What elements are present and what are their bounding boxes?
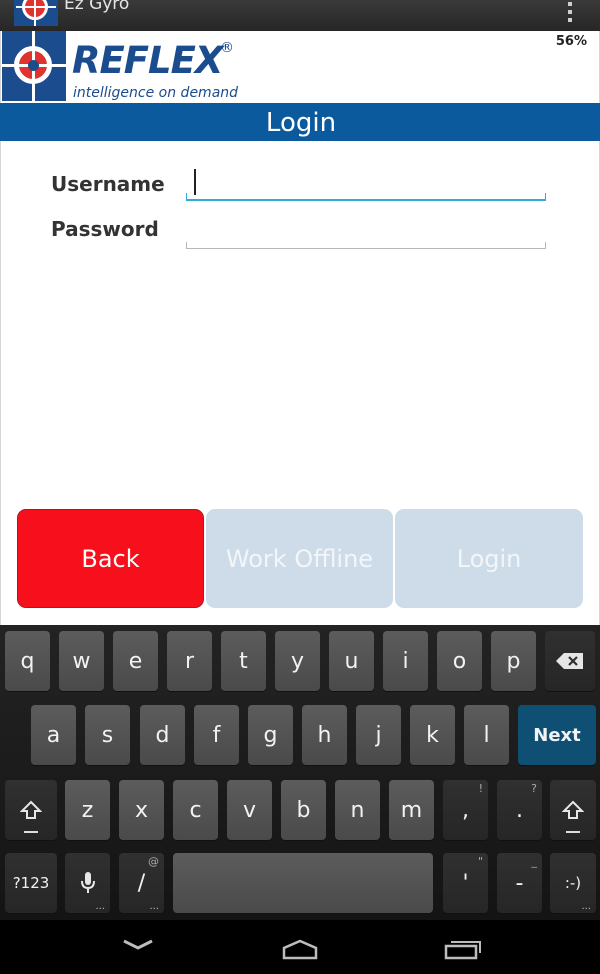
comma-label: , xyxy=(462,797,469,823)
mic-key[interactable]: ... xyxy=(65,853,110,913)
slash-hint: @ xyxy=(148,855,159,868)
slash-label: / xyxy=(137,870,146,896)
comma-hint: ! xyxy=(478,782,483,795)
login-form: Username Password Back Work Offline Logi… xyxy=(0,141,600,625)
period-hint: ? xyxy=(531,782,537,795)
recents-nav-icon[interactable] xyxy=(444,938,482,960)
key-g[interactable]: g xyxy=(248,705,293,765)
backspace-key[interactable] xyxy=(545,631,595,691)
key-l[interactable]: l xyxy=(464,705,509,765)
key-c[interactable]: c xyxy=(173,780,218,840)
mic-icon xyxy=(80,872,95,893)
system-nav-bar xyxy=(0,920,600,974)
shift-icon xyxy=(562,800,584,819)
key-e[interactable]: e xyxy=(113,631,158,691)
key-j[interactable]: j xyxy=(356,705,401,765)
key-q[interactable]: q xyxy=(5,631,50,691)
shift-key-left[interactable] xyxy=(5,780,57,840)
key-o[interactable]: o xyxy=(437,631,482,691)
dash-hint: _ xyxy=(531,855,538,868)
overflow-menu-icon[interactable] xyxy=(567,2,573,22)
key-v[interactable]: v xyxy=(227,780,272,840)
battery-level: 56% xyxy=(555,34,587,49)
key-x[interactable]: x xyxy=(119,780,164,840)
login-button[interactable]: Login xyxy=(395,509,583,608)
brand-header: REFLEX ® intelligence on demand 56% xyxy=(0,31,600,103)
apostrophe-hint: " xyxy=(477,855,483,868)
reflex-logo-icon xyxy=(2,31,66,101)
next-key[interactable]: Next xyxy=(518,705,596,765)
action-bar: Ez Gyro xyxy=(0,0,600,31)
key-y[interactable]: y xyxy=(275,631,320,691)
key-k[interactable]: k xyxy=(410,705,455,765)
soft-keyboard: q w e r t y u i o p a s d f g h j k l Ne… xyxy=(0,625,600,920)
key-a[interactable]: a xyxy=(31,705,76,765)
password-label: Password xyxy=(51,217,159,241)
smiley-label: :-) xyxy=(564,874,582,892)
key-period[interactable]: . ? xyxy=(497,780,542,840)
shift-key-right[interactable] xyxy=(550,780,596,840)
brand-tagline: intelligence on demand xyxy=(73,85,239,101)
key-apostrophe[interactable]: ' " xyxy=(443,853,488,913)
key-i[interactable]: i xyxy=(383,631,428,691)
key-z[interactable]: z xyxy=(65,780,110,840)
key-f[interactable]: f xyxy=(194,705,239,765)
app-title: Ez Gyro xyxy=(64,0,130,14)
dash-label: - xyxy=(515,870,524,896)
key-w[interactable]: w xyxy=(59,631,104,691)
apostrophe-label: ' xyxy=(462,870,469,896)
smiley-key[interactable]: :-) ... xyxy=(550,853,596,913)
back-button[interactable]: Back xyxy=(17,509,204,608)
text-cursor xyxy=(194,169,196,195)
period-label: . xyxy=(516,797,523,823)
backspace-icon xyxy=(556,653,583,669)
app-logo-icon[interactable] xyxy=(14,0,58,26)
home-nav-icon[interactable] xyxy=(281,938,319,960)
space-key[interactable] xyxy=(173,853,433,913)
password-field[interactable] xyxy=(186,213,546,249)
key-m[interactable]: m xyxy=(389,780,434,840)
key-n[interactable]: n xyxy=(335,780,380,840)
key-comma[interactable]: , ! xyxy=(443,780,488,840)
username-label: Username xyxy=(51,172,165,196)
key-dash[interactable]: - _ xyxy=(497,853,542,913)
back-nav-icon[interactable] xyxy=(120,934,156,954)
key-b[interactable]: b xyxy=(281,780,326,840)
key-r[interactable]: r xyxy=(167,631,212,691)
key-s[interactable]: s xyxy=(85,705,130,765)
key-p[interactable]: p xyxy=(491,631,536,691)
shift-icon xyxy=(20,800,42,819)
registered-mark: ® xyxy=(220,40,234,56)
key-h[interactable]: h xyxy=(302,705,347,765)
key-d[interactable]: d xyxy=(140,705,185,765)
key-slash[interactable]: / @ ... xyxy=(119,853,164,913)
work-offline-button[interactable]: Work Offline xyxy=(206,509,393,608)
brand-name: REFLEX xyxy=(72,39,223,82)
key-u[interactable]: u xyxy=(329,631,374,691)
username-field[interactable] xyxy=(186,165,546,201)
page-title: Login xyxy=(0,103,600,141)
key-t[interactable]: t xyxy=(221,631,266,691)
symbols-key[interactable]: ?123 xyxy=(5,853,57,913)
